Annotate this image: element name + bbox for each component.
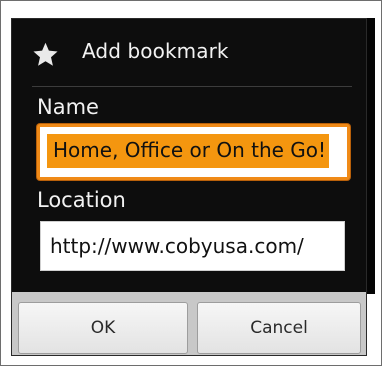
cancel-button[interactable]: Cancel	[197, 302, 361, 354]
star-icon	[33, 42, 58, 66]
title-divider	[32, 86, 352, 87]
name-label: Name	[37, 95, 99, 119]
dialog-title-bar: Add bookmark	[12, 19, 366, 86]
name-field[interactable]: Home, Office or On the Go!	[37, 124, 350, 180]
background-edge	[367, 18, 375, 294]
location-field[interactable]: http://www.cobyusa.com/	[40, 221, 345, 271]
dialog-title: Add bookmark	[82, 39, 229, 63]
ok-button[interactable]: OK	[18, 302, 188, 354]
dialog-button-bar: OK Cancel	[12, 292, 366, 355]
location-field-text: http://www.cobyusa.com/	[50, 234, 304, 258]
add-bookmark-dialog: Add bookmark Name Home, Office or On the…	[11, 18, 367, 356]
name-field-selected-text: Home, Office or On the Go!	[47, 134, 330, 168]
location-label: Location	[37, 188, 126, 212]
